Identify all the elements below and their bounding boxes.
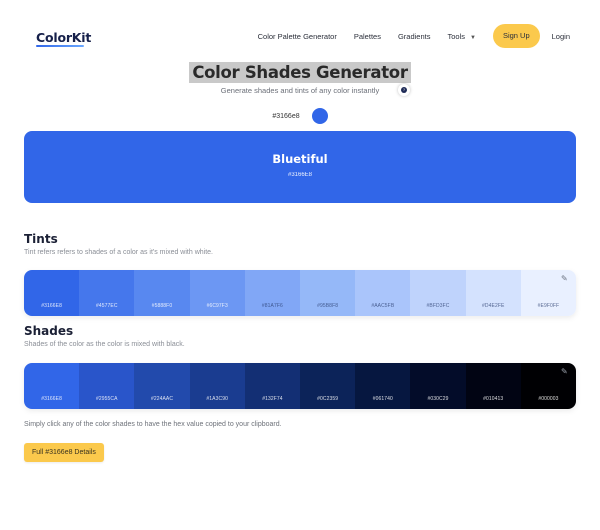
swatch-hex: #6C97F3 <box>206 303 228 309</box>
swatch-hex: #E9F0FF <box>537 303 560 309</box>
help-button[interactable]: ? <box>398 84 410 96</box>
color-hex: #3166E8 <box>287 172 313 178</box>
page-title: Color Shades Generator <box>189 62 411 83</box>
shade-swatch[interactable]: #132F74 <box>244 363 301 409</box>
tint-swatch[interactable]: #E9F0FF ✎ <box>520 270 576 316</box>
nav-color-palette-generator[interactable]: Color Palette Generator <box>258 32 337 41</box>
color-name: Bluetiful <box>272 152 328 166</box>
swatch-hex: #3166E8 <box>41 396 62 402</box>
shade-swatch[interactable]: #000003 ✎ <box>520 363 576 409</box>
nav-tools-label: Tools <box>447 31 465 41</box>
tint-swatch[interactable]: #BFD3FC <box>410 270 466 316</box>
shades-description: Shades of the color as the color is mixe… <box>24 341 185 348</box>
swatch-hex: #1A3C90 <box>206 396 228 402</box>
main-nav: Color Palette Generator Palettes Gradien… <box>258 24 570 48</box>
tints-title: Tints <box>24 232 58 246</box>
picker-swatch[interactable] <box>311 108 328 124</box>
shades-strip: #3166E8 #2955CA #224AAC #1A3C90 #132F74 #0C23… <box>24 363 576 409</box>
nav-tools[interactable]: Tools ▼ <box>447 32 475 41</box>
swatch-hex: #BFD3FC <box>426 303 450 309</box>
nav-gradients[interactable]: Gradients <box>398 32 431 41</box>
swatch-hex: #81A7F6 <box>261 303 283 309</box>
swatch-hex: #000003 <box>538 396 559 402</box>
tint-swatch[interactable]: #6C97F3 <box>189 270 245 316</box>
swatch-hex: #0C2359 <box>317 396 339 402</box>
swatch-hex: #2955CA <box>96 396 118 402</box>
swatch-hex: #D4E2FE <box>482 303 505 309</box>
tints-description: Tint refers refers to shades of a color … <box>24 249 213 256</box>
logo[interactable]: ColorKit <box>36 30 91 45</box>
tint-swatch[interactable]: #3166E8 <box>24 270 80 316</box>
tint-swatch[interactable]: #5888F0 <box>134 270 190 316</box>
swatch-hex: #061740 <box>372 396 393 402</box>
tint-swatch[interactable]: #D4E2FE <box>465 270 521 316</box>
shade-swatch[interactable]: #0C2359 <box>300 363 356 409</box>
title-wrap: Color Shades Generator <box>0 62 600 83</box>
hero-color-card: Bluetiful #3166E8 <box>24 131 576 203</box>
shade-swatch[interactable]: #010413 <box>465 363 521 409</box>
shade-swatch[interactable]: #224AAC <box>134 363 190 409</box>
shade-swatch[interactable]: #2955CA <box>79 363 135 409</box>
tint-swatch[interactable]: #4577EC <box>79 270 135 316</box>
shade-swatch[interactable]: #3166E8 <box>24 363 80 409</box>
copy-hint: Simply click any of the color shades to … <box>24 421 282 428</box>
page-subtitle: Generate shades and tints of any color i… <box>220 86 380 95</box>
edit-icon[interactable]: ✎ <box>561 275 569 283</box>
shade-swatch[interactable]: #1A3C90 <box>189 363 245 409</box>
swatch-hex: #3166E8 <box>41 303 62 309</box>
shade-swatch[interactable]: #061740 <box>355 363 411 409</box>
swatch-hex: #132F74 <box>262 396 283 402</box>
login-link[interactable]: Login <box>552 32 570 41</box>
swatch-hex: #010413 <box>483 396 504 402</box>
tint-swatch[interactable]: #81A7F6 <box>244 270 301 316</box>
swatch-hex: #030C29 <box>427 396 449 402</box>
swatch-hex: #224AAC <box>150 396 174 402</box>
help-icon: ? <box>401 87 407 93</box>
shades-title: Shades <box>24 324 74 338</box>
picker-hex-input[interactable]: #3166e8 <box>272 113 299 120</box>
full-details-button[interactable]: Full #3166e8 Details <box>24 443 104 462</box>
header: ColorKit Color Palette Generator Palette… <box>0 0 600 70</box>
chevron-down-icon: ▼ <box>470 34 476 41</box>
tint-swatch[interactable]: #95B8F8 <box>300 270 356 316</box>
edit-icon[interactable]: ✎ <box>561 368 569 376</box>
swatch-hex: #95B8F8 <box>317 303 339 309</box>
swatch-hex: #AAC5FB <box>371 303 395 309</box>
tint-swatch[interactable]: #AAC5FB <box>355 270 411 316</box>
color-picker: #3166e8 <box>0 108 600 124</box>
logo-underline <box>36 45 84 47</box>
shade-swatch[interactable]: #030C29 <box>410 363 466 409</box>
swatch-hex: #4577EC <box>96 303 118 309</box>
nav-palettes[interactable]: Palettes <box>354 32 381 41</box>
tints-strip: #3166E8 #4577EC #5888F0 #6C97F3 #81A7F6 #95B8… <box>24 270 576 316</box>
swatch-hex: #5888F0 <box>151 303 173 309</box>
sign-up-button[interactable]: Sign Up <box>492 24 540 48</box>
